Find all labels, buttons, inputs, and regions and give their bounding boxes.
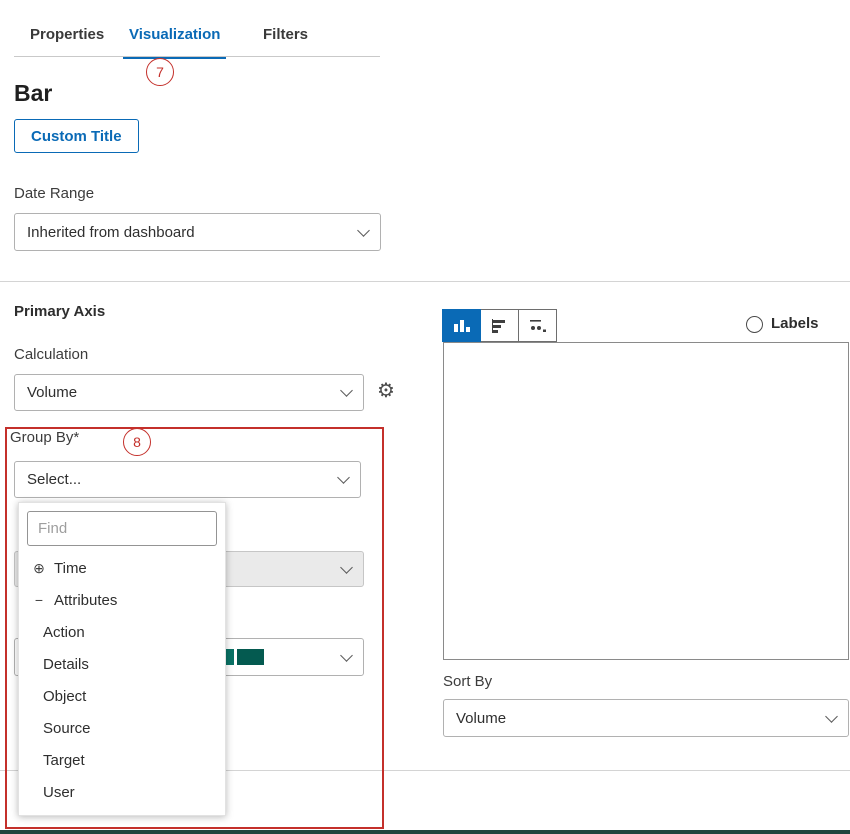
bar-chart-icon (452, 318, 472, 334)
group-by-select[interactable]: Select... (14, 461, 361, 498)
chevron-down-icon (340, 649, 353, 662)
chevron-down-icon (357, 224, 370, 237)
chevron-down-icon (340, 384, 353, 397)
tab-visualization[interactable]: Visualization (129, 26, 220, 43)
page-title: Bar (14, 80, 52, 107)
visualization-settings-panel: Properties Visualization Filters 7 Bar C… (0, 0, 850, 834)
chart-type-toolbar (443, 309, 557, 342)
tree-item-label: Attributes (54, 592, 117, 609)
chart-canvas (443, 342, 849, 660)
list-item-target[interactable]: Target (19, 744, 225, 776)
tree-item-label: Time (54, 560, 87, 577)
list-item-details[interactable]: Details (19, 648, 225, 680)
list-item-action[interactable]: Action (19, 616, 225, 648)
settings-gear-icon[interactable]: ⚙ (377, 378, 395, 403)
color-swatch (237, 649, 264, 665)
calculation-select[interactable]: Volume (14, 374, 364, 411)
calculation-label: Calculation (14, 346, 88, 363)
list-item-object[interactable]: Object (19, 680, 225, 712)
chart-type-bar-button[interactable] (442, 309, 481, 342)
chart-type-horizontal-bar-button[interactable] (480, 309, 519, 342)
chevron-down-icon (340, 561, 353, 574)
sort-by-select[interactable]: Volume (443, 699, 849, 737)
bottom-accent-bar (0, 830, 850, 834)
dot-plot-icon (528, 318, 548, 334)
tree-item-attributes[interactable]: − Attributes (19, 584, 225, 616)
calculation-value: Volume (27, 384, 77, 401)
chevron-down-icon (825, 710, 838, 723)
chevron-down-icon (337, 471, 350, 484)
labels-radio[interactable] (746, 316, 763, 333)
minus-icon[interactable]: − (31, 592, 47, 608)
labels-radio-label: Labels (771, 315, 819, 332)
group-by-value: Select... (27, 471, 81, 488)
chart-type-dot-plot-button[interactable] (518, 309, 557, 342)
list-item-source[interactable]: Source (19, 712, 225, 744)
annotation-step-7: 7 (146, 58, 174, 86)
group-by-label: Group By* (10, 429, 79, 446)
annotation-step-8: 8 (123, 428, 151, 456)
primary-axis-heading: Primary Axis (14, 303, 105, 320)
date-range-label: Date Range (14, 185, 94, 202)
custom-title-button[interactable]: Custom Title (14, 119, 139, 153)
list-item-user[interactable]: User (19, 776, 225, 808)
sort-by-value: Volume (456, 710, 506, 727)
tab-filters[interactable]: Filters (263, 26, 308, 43)
horizontal-bar-chart-icon (490, 318, 510, 334)
date-range-value: Inherited from dashboard (27, 224, 195, 241)
tree-item-time[interactable]: ⊕ Time (19, 552, 225, 584)
date-range-select[interactable]: Inherited from dashboard (14, 213, 381, 251)
tab-properties[interactable]: Properties (30, 26, 104, 43)
find-input[interactable] (27, 511, 217, 546)
sort-by-label: Sort By (443, 673, 492, 690)
plus-circle-icon[interactable]: ⊕ (31, 560, 47, 577)
tabs-divider (14, 56, 380, 57)
group-by-dropdown-panel: ⊕ Time − Attributes Action Details Objec… (18, 502, 226, 816)
section-divider (0, 281, 850, 282)
